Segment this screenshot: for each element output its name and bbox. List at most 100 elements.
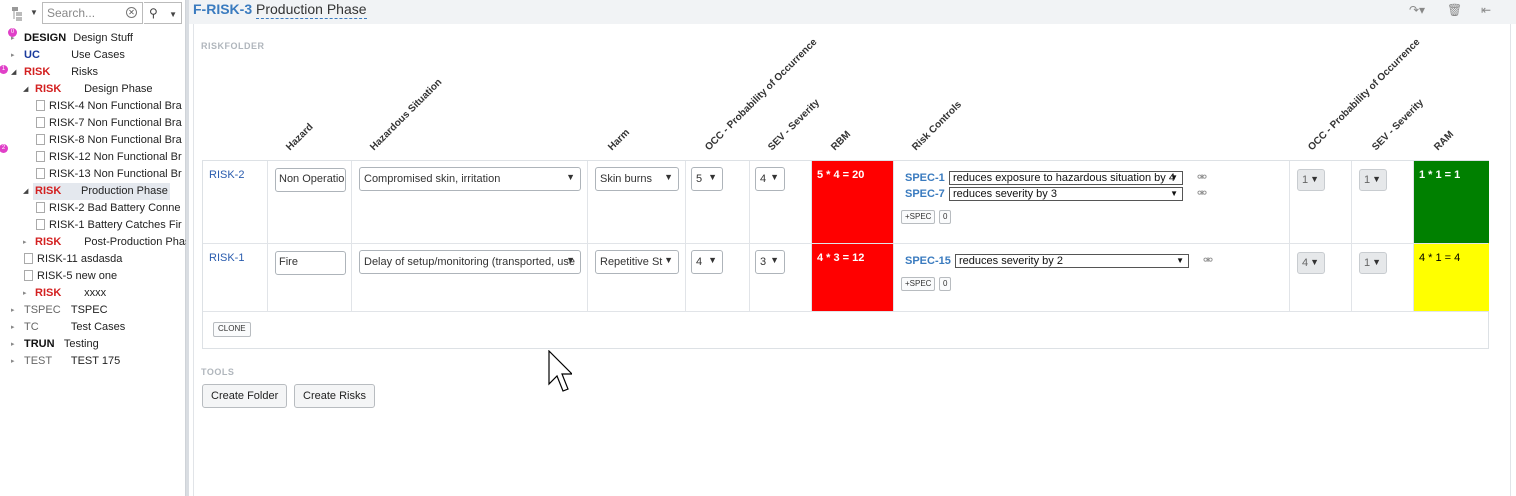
column-header-rbm: RBM <box>829 129 854 153</box>
expand-icon[interactable]: ▸ <box>23 285 27 302</box>
tree-item-test[interactable]: ▸ TEST TEST 175 <box>11 353 121 370</box>
expand-icon[interactable]: ▸ <box>11 302 15 319</box>
harm-select[interactable]: Repetitive St ▼ <box>595 250 679 274</box>
tree-item-code: RISK-13 <box>49 168 91 180</box>
tree-item-risk-7[interactable]: RISK-7 Non Functional Bra <box>36 115 182 132</box>
spec-link[interactable]: SPEC-15 <box>905 255 951 267</box>
trash-icon[interactable]: 🗑 <box>1447 3 1462 17</box>
collapse-icon[interactable]: ◢ <box>23 183 28 200</box>
divider <box>203 311 1488 312</box>
clone-button[interactable]: CLONE <box>213 322 251 337</box>
risk-table: RISK-2 Non Operational Compromised skin,… <box>202 160 1489 349</box>
select-value: reduces severity by 3 <box>953 188 1057 200</box>
sev-after-select: 1 ▼ <box>1359 169 1387 191</box>
share-icon[interactable]: ↷▾ <box>1409 3 1425 17</box>
select-value: 4 <box>760 173 767 185</box>
expand-icon[interactable]: ▸ <box>11 47 15 64</box>
tree-item-xxxx[interactable]: ▸ RISK xxxx <box>23 285 106 302</box>
divider <box>267 161 268 311</box>
tree-item-code: RISK <box>35 287 62 299</box>
tree-item-label: Non Functional Bra <box>87 134 182 146</box>
chevron-down-icon: ▼ <box>566 255 575 265</box>
tree-item-risk-8[interactable]: RISK-8 Non Functional Bra <box>36 132 182 149</box>
chevron-down-icon: ▼ <box>1310 174 1319 184</box>
add-spec-button[interactable]: +SPEC <box>901 210 936 224</box>
tree-item-risk-11[interactable]: RISK-11 asdasda <box>24 251 122 268</box>
risk-control-select[interactable]: reduces exposure to hazardous situation … <box>949 171 1183 185</box>
tree-item-risk-13[interactable]: RISK-13 Non Functional Br <box>36 166 182 183</box>
collapse-icon[interactable]: ⇤ <box>1481 3 1491 17</box>
occ-after-select: 4 ▼ <box>1297 252 1325 274</box>
collapse-icon[interactable]: ◢ <box>23 81 28 98</box>
chevron-down-icon: ▼ <box>770 172 779 182</box>
tree-toolbar: ▼ ✕ ⚲ ▼ <box>0 0 186 28</box>
occ-select[interactable]: 4 ▼ <box>691 250 723 274</box>
unlink-icon[interactable]: ⚮ <box>1203 253 1213 267</box>
divider <box>1351 161 1352 311</box>
select-value: Delay of setup/monitoring (transported, … <box>364 256 575 268</box>
tree-item-risk-1[interactable]: RISK-1 Battery Catches Fir <box>36 217 182 234</box>
tree-item-code: UC <box>24 49 40 61</box>
tree-item-uc[interactable]: ▸ UC Use Cases <box>11 47 125 64</box>
tree-item-risk-12[interactable]: RISK-12 Non Functional Br <box>36 149 182 166</box>
chevron-down-icon: ▼ <box>169 10 178 19</box>
tree-item-tspec[interactable]: ▸ TSPEC TSPEC <box>11 302 108 319</box>
tree-item-post-production-phase[interactable]: ▸ RISK Post-Production Phas <box>23 234 190 251</box>
occ-select[interactable]: 5 ▼ <box>691 167 723 191</box>
select-value: 1 <box>1364 174 1371 186</box>
tree-item-risk[interactable]: ◢ RISK Risks <box>11 64 98 81</box>
hazardous-situation-select[interactable]: Delay of setup/monitoring (transported, … <box>359 250 581 274</box>
tree-item-risk-5[interactable]: RISK-5 new one <box>24 268 117 285</box>
tree-item-trun[interactable]: ▸ TRUN Testing <box>11 336 99 353</box>
hazard-field[interactable]: Fire <box>275 251 346 275</box>
tree-item-production-phase[interactable]: ◢ RISK Production Phase <box>23 183 170 200</box>
divider <box>893 161 894 311</box>
sev-select[interactable]: 3 ▼ <box>755 250 785 274</box>
tree-item-risk-4[interactable]: RISK-4 Non Functional Bra <box>36 98 182 115</box>
risk-control-select[interactable]: reduces severity by 3 ▼ <box>949 187 1183 201</box>
spec-link[interactable]: SPEC-1 <box>905 172 945 184</box>
collapse-icon[interactable]: ◢ <box>11 64 16 81</box>
unlink-icon[interactable]: ⚮ <box>1197 170 1207 184</box>
expand-icon[interactable]: ▸ <box>23 234 27 251</box>
tree-item-label: TEST 175 <box>70 355 121 367</box>
column-header-sev: SEV - Severity <box>766 97 822 153</box>
search-button[interactable]: ⚲ ▼ <box>144 2 182 24</box>
tree-item-design[interactable]: ▸ DESIGN Design Stuff <box>11 30 133 47</box>
risk-control-select[interactable]: reduces severity by 2 ▼ <box>955 254 1189 268</box>
hazard-field[interactable]: Non Operational <box>275 168 346 192</box>
expand-icon[interactable]: ▸ <box>11 336 15 353</box>
tree-item-tc[interactable]: ▸ TC Test Cases <box>11 319 125 336</box>
expand-icon[interactable]: ▸ <box>11 353 15 370</box>
tree-item-label: Battery Catches Fir <box>87 219 182 231</box>
expand-icon[interactable]: ▸ <box>11 30 15 47</box>
tree-item-design-phase[interactable]: ◢ RISK Design Phase <box>23 81 153 98</box>
tree-structure-icon[interactable] <box>12 7 26 21</box>
divider <box>749 161 750 311</box>
expand-icon[interactable]: ▸ <box>11 319 15 336</box>
chevron-down-icon: ▼ <box>708 255 717 265</box>
tools-label: TOOLS <box>201 367 235 377</box>
tree-item-code: RISK-8 <box>49 134 85 146</box>
chevron-down-icon[interactable]: ▼ <box>30 8 38 17</box>
tree-item-label: Design Stuff <box>73 32 133 44</box>
clear-search-icon[interactable]: ✕ <box>126 7 137 18</box>
tree-item-label: Non Functional Bra <box>87 117 182 129</box>
item-title[interactable]: Production Phase <box>256 1 367 19</box>
spec-link[interactable]: SPEC-7 <box>905 188 945 200</box>
create-folder-button[interactable]: Create Folder <box>202 384 288 408</box>
risk-id-link[interactable]: RISK-2 <box>209 169 244 181</box>
sev-select[interactable]: 4 ▼ <box>755 167 785 191</box>
select-value: 4 <box>696 256 703 268</box>
add-spec-button[interactable]: +SPEC <box>901 277 936 291</box>
tree-item-risk-2[interactable]: RISK-2 Bad Battery Conne <box>36 200 180 217</box>
document-icon <box>36 168 45 179</box>
create-risks-button[interactable]: Create Risks <box>294 384 375 408</box>
document-icon <box>36 134 45 145</box>
chevron-down-icon: ▼ <box>664 172 673 182</box>
tree-item-label: new one <box>75 270 118 282</box>
risk-id-link[interactable]: RISK-1 <box>209 252 244 264</box>
hazardous-situation-select[interactable]: Compromised skin, irritation ▼ <box>359 167 581 191</box>
harm-select[interactable]: Skin burns ▼ <box>595 167 679 191</box>
unlink-icon[interactable]: ⚮ <box>1197 186 1207 200</box>
